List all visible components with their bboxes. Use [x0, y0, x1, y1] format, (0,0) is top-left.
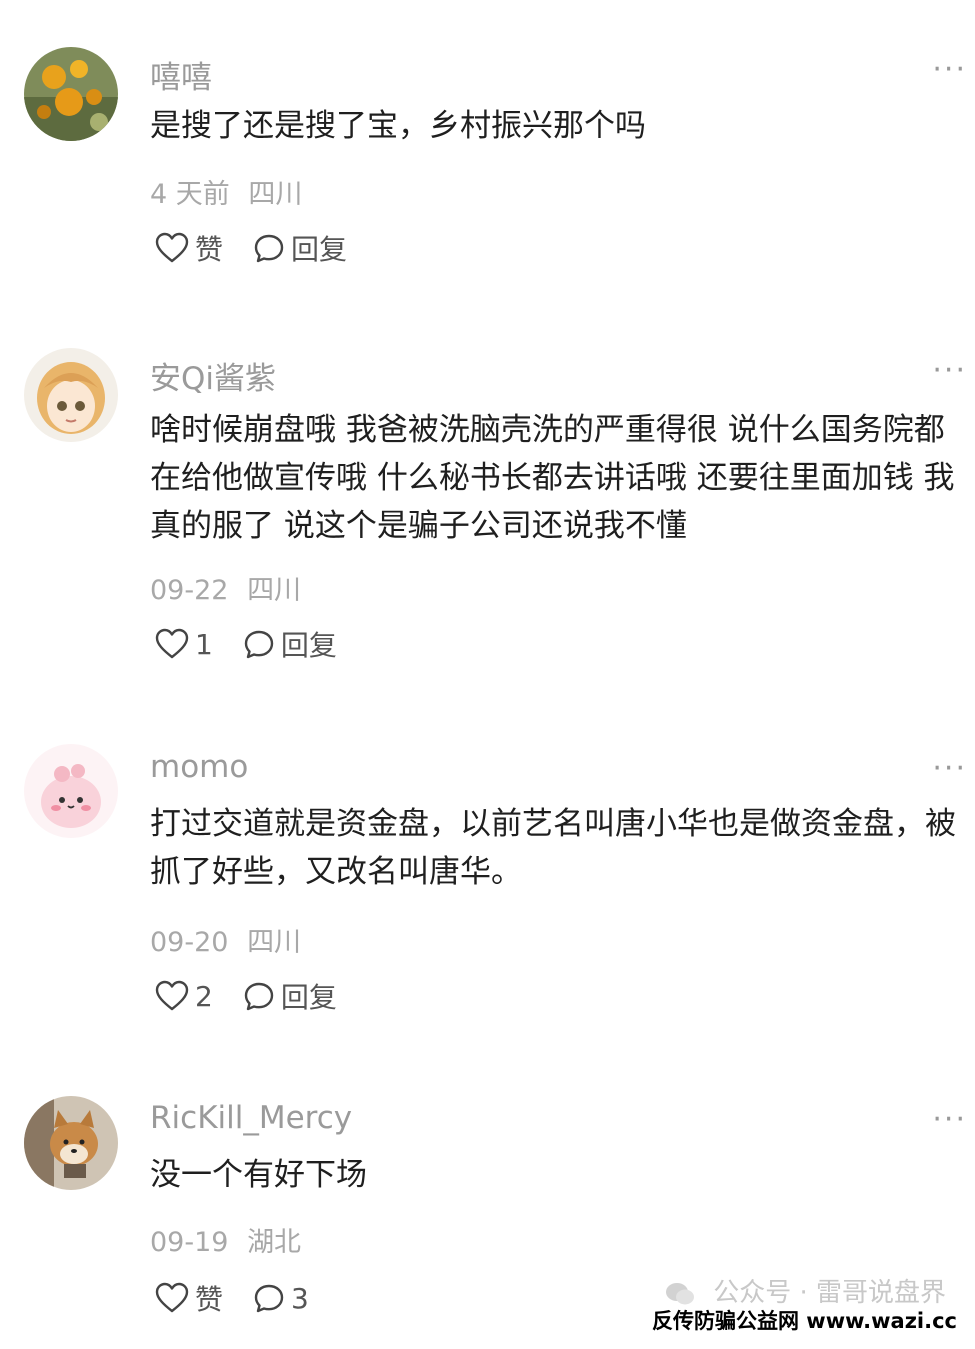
like-button[interactable]: 赞 — [155, 228, 223, 268]
watermark-text: 公众号 · 雷哥说盘界 — [713, 1278, 947, 1308]
reply-button[interactable]: 回复 — [243, 624, 337, 664]
comment-actions: 赞 3 — [155, 1278, 309, 1318]
comment-item: momo ··· 打过交道就是资金盘，以前艺名叫唐小华也是做资金盘，被抓了好些，… — [0, 700, 975, 1050]
more-options-icon[interactable]: ··· — [932, 52, 967, 87]
comment-text: 打过交道就是资金盘，以前艺名叫唐小华也是做资金盘，被抓了好些，又改名叫唐华。 — [150, 806, 956, 890]
avatar[interactable] — [24, 744, 118, 838]
heart-icon — [155, 980, 189, 1011]
more-options-icon[interactable]: ··· — [932, 353, 967, 388]
comment-location: 湖北 — [247, 1227, 302, 1258]
comment-location: 四川 — [247, 575, 302, 606]
reply-button[interactable]: 回复 — [243, 976, 337, 1016]
heart-icon — [155, 232, 189, 263]
reply-button[interactable]: 回复 — [253, 228, 347, 268]
comment-location: 四川 — [247, 927, 302, 958]
anime-girl-avatar — [24, 348, 118, 442]
comment-time: 4 天前 — [150, 179, 230, 210]
comment-location: 四川 — [248, 179, 303, 210]
comment-actions: 2 回复 — [155, 976, 337, 1016]
reply-button[interactable]: 3 — [253, 1282, 309, 1315]
comment-meta: 4 天前 四川 — [150, 172, 302, 211]
like-count: 2 — [195, 979, 213, 1013]
heart-icon — [155, 1282, 189, 1313]
comment-bubble-icon — [244, 630, 274, 659]
comment-text: 是搜了还是搜了宝，乡村振兴那个吗 — [150, 108, 646, 144]
more-options-icon[interactable]: ··· — [932, 751, 967, 786]
wechat-watermark: 公众号 · 雷哥说盘界 — [665, 1272, 946, 1309]
pink-cartoon-avatar — [24, 744, 118, 838]
like-button[interactable]: 2 — [155, 980, 213, 1013]
reply-label: 回复 — [280, 981, 337, 1014]
comment-time: 09-20 — [150, 927, 229, 958]
reply-label: 回复 — [280, 629, 337, 662]
wechat-icon — [666, 1282, 694, 1304]
comment-bubble-icon — [254, 1284, 284, 1313]
like-count: 1 — [195, 627, 213, 661]
comment-username[interactable]: RicKill_Mercy — [150, 1100, 352, 1136]
avatar[interactable] — [24, 1096, 118, 1190]
like-button[interactable]: 赞 — [155, 1278, 223, 1318]
comment-meta: 09-20 四川 — [150, 920, 301, 959]
comment-time: 09-22 — [150, 575, 229, 606]
avatar[interactable] — [24, 348, 118, 442]
flower-photo-avatar — [24, 47, 118, 141]
comment-bubble-icon — [254, 234, 284, 263]
comment-username[interactable]: momo — [150, 749, 248, 785]
site-brand-label: 反传防骗公益网 www.wazi.cc — [647, 1305, 961, 1335]
like-button[interactable]: 1 — [155, 628, 213, 661]
comment-item: 安Qi酱紫 ··· 啥时候崩盘哦 我爸被洗脑壳洗的严重得很 说什么国务院都在给他… — [0, 300, 975, 700]
like-label: 赞 — [195, 233, 224, 266]
comment-actions: 赞 回复 — [155, 228, 347, 268]
reply-count: 3 — [291, 1281, 309, 1315]
comment-actions: 1 回复 — [155, 624, 337, 664]
comment-username[interactable]: 安Qi酱紫 — [150, 353, 276, 398]
reply-label: 回复 — [291, 233, 348, 266]
comment-time: 09-19 — [150, 1227, 229, 1258]
more-options-icon[interactable]: ··· — [932, 1102, 967, 1137]
heart-icon — [155, 628, 189, 659]
shiba-dog-avatar — [24, 1096, 118, 1190]
avatar[interactable] — [24, 47, 118, 141]
comment-meta: 09-19 湖北 — [150, 1220, 301, 1259]
comment-username[interactable]: 嘻嘻 — [150, 52, 212, 97]
comment-text: 没一个有好下场 — [150, 1157, 367, 1193]
comment-text: 啥时候崩盘哦 我爸被洗脑壳洗的严重得很 说什么国务院都在给他做宣传哦 什么秘书长… — [150, 412, 955, 544]
like-label: 赞 — [195, 1283, 224, 1316]
comment-bubble-icon — [244, 982, 274, 1011]
comment-item: 嘻嘻 ··· 是搜了还是搜了宝，乡村振兴那个吗 4 天前 四川 赞 回复 — [0, 0, 975, 300]
comment-meta: 09-22 四川 — [150, 568, 301, 607]
